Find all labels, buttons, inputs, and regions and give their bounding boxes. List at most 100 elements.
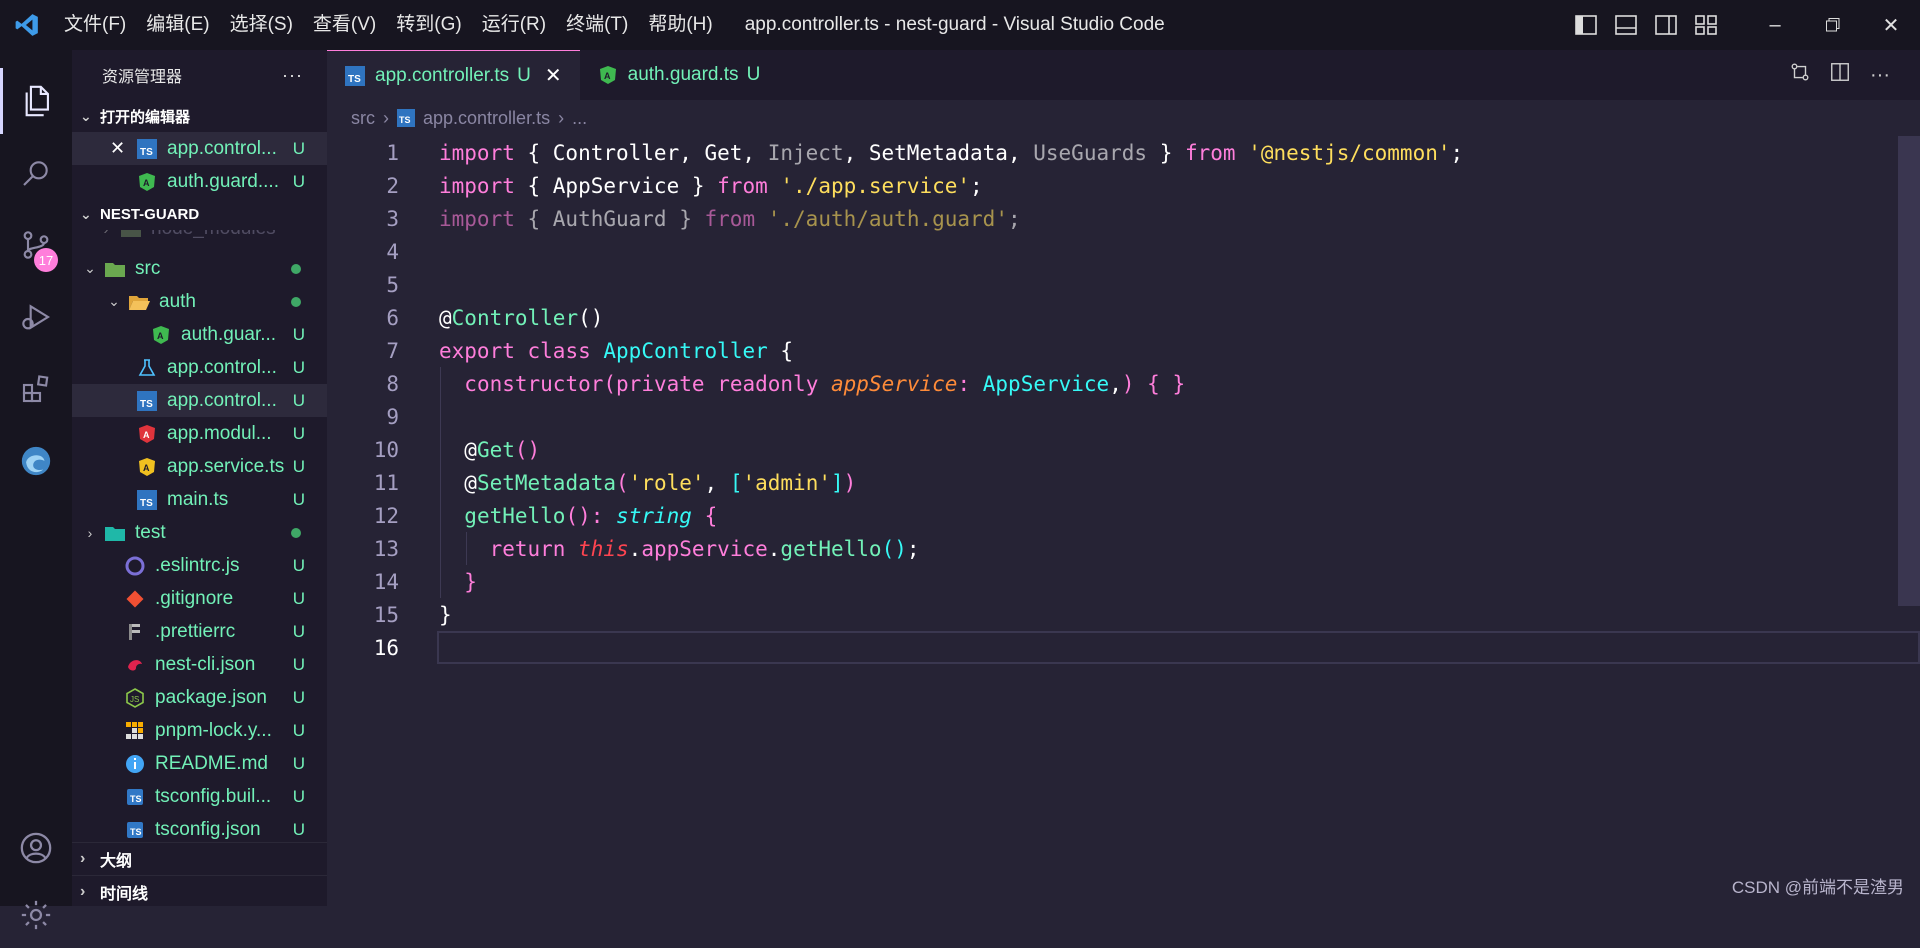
- svg-text:TS: TS: [399, 115, 411, 125]
- toggle-primary-sidebar-icon[interactable]: [1566, 0, 1606, 50]
- toggle-panel-icon[interactable]: [1606, 0, 1646, 50]
- tree-file[interactable]: pnpm-lock.y... U: [72, 714, 327, 747]
- typescript-file-icon: TS: [136, 489, 158, 511]
- restore-button[interactable]: [1804, 0, 1862, 50]
- svg-text:JS: JS: [130, 695, 139, 704]
- tree-file[interactable]: README.md U: [72, 747, 327, 780]
- tree-file[interactable]: A auth.guar... U: [72, 318, 327, 351]
- code-line: 8 constructor(private readonly appServic…: [327, 367, 1920, 400]
- code-editor[interactable]: 1import { Controller, Get, Inject, SetMe…: [327, 136, 1920, 906]
- explorer-icon[interactable]: [0, 68, 72, 134]
- nest-file-icon: [124, 654, 146, 676]
- search-icon[interactable]: [0, 140, 72, 206]
- typescript-file-icon: TS: [136, 138, 158, 160]
- svg-text:TS: TS: [130, 827, 142, 837]
- run-debug-icon[interactable]: [0, 284, 72, 350]
- code-line: 10 @Get(): [327, 433, 1920, 466]
- nodejs-file-icon: JS: [124, 687, 146, 709]
- chevron-right-icon: ›: [383, 108, 389, 129]
- project-header[interactable]: ⌄ NEST-GUARD: [72, 198, 327, 230]
- menu-edit[interactable]: 编辑(E): [136, 0, 219, 50]
- tree-file[interactable]: TS tsconfig.buil... U: [72, 780, 327, 813]
- svg-text:A: A: [604, 71, 611, 81]
- tree-folder-src[interactable]: ⌄ src: [72, 252, 327, 285]
- menu-view[interactable]: 查看(V): [303, 0, 386, 50]
- minimize-button[interactable]: –: [1746, 0, 1804, 50]
- tree-file[interactable]: .eslintrc.js U: [72, 549, 327, 582]
- tree-file[interactable]: app.control... U: [72, 351, 327, 384]
- code-line: 2import { AppService } from './app.servi…: [327, 169, 1920, 202]
- scm-badge: 17: [34, 248, 58, 272]
- toggle-secondary-sidebar-icon[interactable]: [1646, 0, 1686, 50]
- tab-app-controller[interactable]: TS app.controller.ts U ✕: [327, 50, 580, 100]
- angular-guard-file-icon: A: [598, 65, 618, 85]
- open-changes-icon[interactable]: [1780, 61, 1820, 89]
- explorer-more-button[interactable]: ···: [282, 65, 303, 86]
- eslint-file-icon: [124, 555, 146, 577]
- modified-dot: [291, 528, 301, 538]
- code-line: 3import { AuthGuard } from './auth/auth.…: [327, 202, 1920, 235]
- outline-section[interactable]: › 大纲: [72, 842, 327, 875]
- folder-icon: [120, 230, 142, 240]
- tree-file[interactable]: A app.modul... U: [72, 417, 327, 450]
- chevron-down-icon: ⌄: [104, 293, 124, 310]
- svg-text:TS: TS: [130, 794, 142, 804]
- tree-folder-auth[interactable]: ⌄ auth: [72, 285, 327, 318]
- code-line: 15}: [327, 598, 1920, 631]
- timeline-section[interactable]: › 时间线: [72, 875, 327, 908]
- close-icon[interactable]: ✕: [110, 138, 130, 159]
- typescript-file-icon: TS: [136, 390, 158, 412]
- chevron-right-icon: ›: [558, 108, 564, 129]
- menu-go[interactable]: 转到(G): [386, 0, 471, 50]
- tsconfig-file-icon: TS: [124, 786, 146, 808]
- test-flask-icon: [136, 357, 158, 379]
- tree-file[interactable]: TS main.ts U: [72, 483, 327, 516]
- open-editors-header[interactable]: ⌄ 打开的编辑器: [72, 100, 327, 132]
- breadcrumb-more[interactable]: ...: [572, 108, 587, 129]
- accounts-icon[interactable]: [0, 815, 72, 881]
- prettier-file-icon: [124, 621, 146, 643]
- close-window-button[interactable]: ✕: [1862, 0, 1920, 50]
- editor-scrollbar[interactable]: [1898, 136, 1920, 606]
- tab-auth-guard[interactable]: A auth.guard.ts U: [580, 50, 779, 100]
- source-control-icon[interactable]: 17: [0, 212, 72, 278]
- settings-gear-icon[interactable]: [0, 882, 72, 948]
- tree-file[interactable]: .gitignore U: [72, 582, 327, 615]
- info-file-icon: [124, 753, 146, 775]
- menu-run[interactable]: 运行(R): [472, 0, 556, 50]
- activity-bar: 17: [0, 50, 72, 906]
- split-editor-icon[interactable]: [1820, 61, 1860, 89]
- tree-file[interactable]: nest-cli.json U: [72, 648, 327, 681]
- code-line: 6@Controller(): [327, 301, 1920, 334]
- menu-terminal[interactable]: 终端(T): [556, 0, 638, 50]
- more-actions-icon[interactable]: ···: [1860, 64, 1900, 87]
- svg-text:TS: TS: [140, 147, 153, 158]
- breadcrumb-file[interactable]: app.controller.ts: [423, 108, 550, 129]
- chevron-down-icon: ⌄: [80, 108, 100, 125]
- open-editor-item[interactable]: ✕ TS app.control... U: [72, 132, 327, 165]
- tree-file[interactable]: .prettierrc U: [72, 615, 327, 648]
- tree-folder-test[interactable]: › test: [72, 516, 327, 549]
- breadcrumb-folder[interactable]: src: [351, 108, 375, 129]
- pnpm-file-icon: [124, 720, 146, 742]
- angular-guard-file-icon: A: [150, 324, 172, 346]
- menu-selection[interactable]: 选择(S): [220, 0, 303, 50]
- extensions-icon[interactable]: [0, 356, 72, 422]
- tree-file[interactable]: JS package.json U: [72, 681, 327, 714]
- typescript-file-icon: TS: [345, 66, 365, 86]
- angular-guard-file-icon: A: [136, 171, 158, 193]
- menu-file[interactable]: 文件(F): [54, 0, 136, 50]
- tree-folder-node-modules[interactable]: › node_modules: [72, 230, 327, 245]
- svg-text:TS: TS: [348, 74, 361, 85]
- chevron-down-icon: ⌄: [80, 206, 100, 223]
- customize-layout-icon[interactable]: [1686, 0, 1726, 50]
- tree-file[interactable]: A app.service.ts U: [72, 450, 327, 483]
- editor-tabs: TS app.controller.ts U ✕ A auth.guard.ts…: [327, 50, 1920, 100]
- tree-file[interactable]: TS app.control... U: [72, 384, 327, 417]
- close-tab-icon[interactable]: ✕: [545, 63, 562, 88]
- menu-help[interactable]: 帮助(H): [638, 0, 722, 50]
- edge-devtools-icon[interactable]: [0, 428, 72, 494]
- open-editor-item[interactable]: A auth.guard.... U: [72, 165, 327, 198]
- folder-open-icon: [128, 291, 150, 313]
- tsconfig-file-icon: TS: [124, 819, 146, 841]
